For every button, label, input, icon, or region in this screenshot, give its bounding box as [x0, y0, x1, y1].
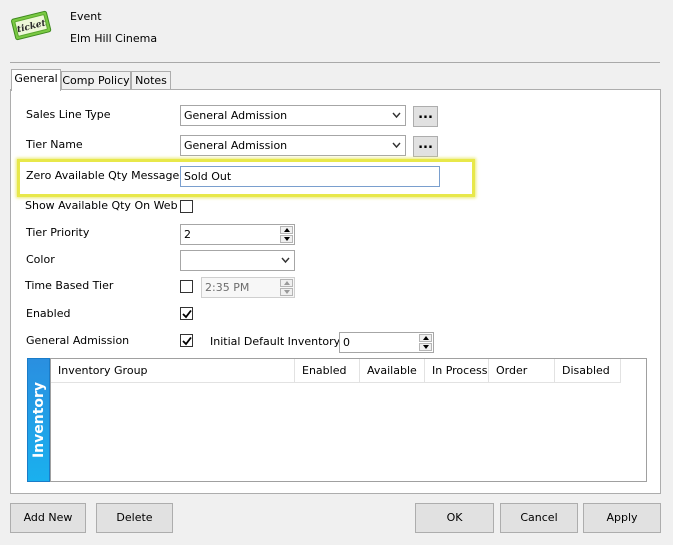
sales-line-type-label: Sales Line Type	[26, 108, 111, 121]
show-qty-on-web-label: Show Available Qty On Web	[25, 199, 178, 212]
chevron-down-icon	[281, 257, 290, 264]
header-event-label: Event	[70, 10, 102, 23]
cancel-button[interactable]: Cancel	[500, 503, 578, 533]
tab-notes[interactable]: Notes	[131, 71, 171, 91]
header-venue-label: Elm Hill Cinema	[70, 32, 158, 45]
time-based-tier-time-picker[interactable]: 2:35 PM	[201, 277, 295, 298]
column-enabled[interactable]: Enabled	[295, 359, 360, 383]
spin-down-button[interactable]	[419, 343, 432, 351]
sales-line-type-browse-button[interactable]: ...	[413, 106, 438, 127]
tier-name-select[interactable]: General Admission	[180, 135, 406, 156]
inventory-side-tab: Inventory	[27, 358, 50, 482]
general-admission-checkbox[interactable]	[180, 334, 193, 347]
inventory-side-label: Inventory	[30, 381, 47, 459]
inventory-grid-header: Inventory Group Enabled Available In Pro…	[51, 359, 621, 383]
spin-up-button[interactable]	[280, 279, 293, 287]
column-in-process[interactable]: In Process	[425, 359, 489, 383]
tier-priority-stepper[interactable]: 2	[180, 224, 295, 245]
sales-line-type-value: General Admission	[184, 109, 288, 122]
tier-priority-label: Tier Priority	[26, 226, 90, 239]
column-disabled[interactable]: Disabled	[555, 359, 621, 383]
header-divider	[10, 62, 660, 63]
color-select[interactable]	[180, 250, 295, 271]
color-label: Color	[26, 253, 55, 266]
chevron-down-icon	[392, 112, 401, 119]
enabled-checkbox[interactable]	[180, 307, 193, 320]
time-based-tier-time: 2:35 PM	[205, 281, 250, 294]
time-based-tier-label: Time Based Tier	[25, 279, 114, 292]
tier-name-value: General Admission	[184, 139, 288, 152]
ticket-icon: ticket	[9, 7, 53, 43]
add-new-button[interactable]: Add New	[10, 503, 86, 533]
spin-up-button[interactable]	[419, 334, 432, 342]
column-inventory-group[interactable]: Inventory Group	[51, 359, 295, 383]
chevron-down-icon	[392, 142, 401, 149]
column-order[interactable]: Order	[489, 359, 555, 383]
tier-priority-value: 2	[184, 228, 191, 241]
general-admission-label: General Admission	[26, 334, 130, 347]
checkmark-icon	[182, 309, 192, 319]
zero-qty-message-label: Zero Available Qty Message	[26, 169, 180, 182]
sales-line-type-select[interactable]: General Admission	[180, 105, 406, 126]
show-qty-on-web-checkbox[interactable]	[180, 200, 193, 213]
enabled-label: Enabled	[26, 307, 71, 320]
tab-general[interactable]: General	[11, 69, 61, 91]
apply-button[interactable]: Apply	[583, 503, 661, 533]
checkmark-icon	[182, 336, 192, 346]
tab-comp-policy[interactable]: Comp Policy	[61, 71, 131, 91]
tier-name-browse-button[interactable]: ...	[413, 136, 438, 157]
ok-button[interactable]: OK	[415, 503, 494, 533]
delete-button[interactable]: Delete	[96, 503, 173, 533]
time-based-tier-checkbox[interactable]	[180, 280, 193, 293]
spin-down-button[interactable]	[280, 235, 293, 243]
tier-name-label: Tier Name	[26, 138, 83, 151]
spin-down-button[interactable]	[280, 288, 293, 296]
initial-default-inventory-value: 0	[343, 336, 350, 349]
zero-qty-message-input[interactable]: Sold Out	[180, 166, 440, 187]
inventory-grid[interactable]: Inventory Group Enabled Available In Pro…	[50, 358, 647, 482]
initial-default-inventory-label: Initial Default Inventory	[210, 335, 341, 348]
column-available[interactable]: Available	[360, 359, 425, 383]
initial-default-inventory-stepper[interactable]: 0	[339, 332, 434, 353]
spin-up-button[interactable]	[280, 226, 293, 234]
